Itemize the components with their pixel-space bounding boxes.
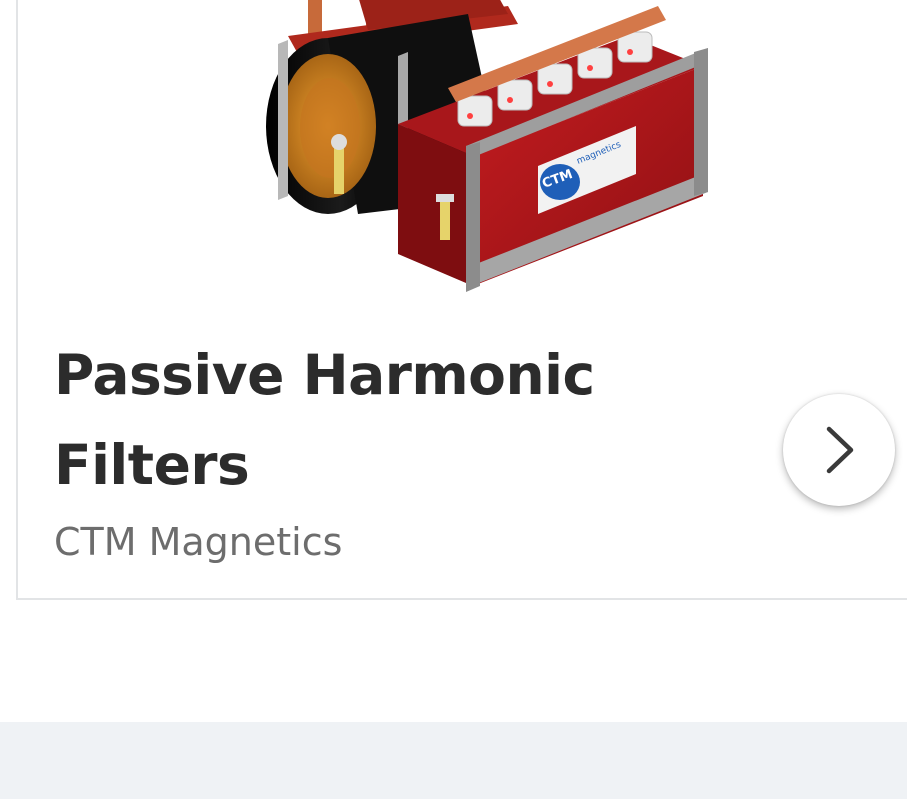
product-title[interactable]: Passive Harmonic Filters [54, 330, 694, 510]
product-card[interactable]: CTM magnetics Passive Harmonic Filters C… [16, 0, 907, 600]
product-manufacturer: CTM Magnetics [54, 520, 343, 564]
page: CTM magnetics Passive Harmonic Filters C… [0, 0, 907, 799]
chevron-right-icon [826, 426, 854, 474]
product-image: CTM magnetics [266, 0, 708, 292]
next-button[interactable] [783, 394, 895, 506]
footer-band [0, 722, 907, 799]
